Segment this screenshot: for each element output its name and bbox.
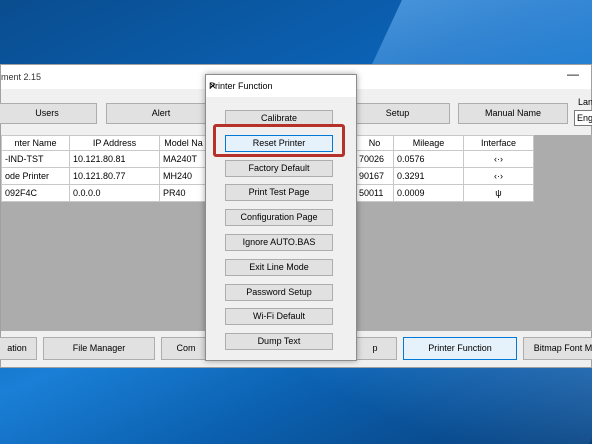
network-interface-icon: ‹·› — [463, 167, 534, 185]
cell-model: MA240T — [159, 150, 208, 168]
print-test-page-button[interactable]: Print Test Page — [225, 184, 333, 201]
minimize-button[interactable]: — — [567, 67, 579, 81]
printer-function-button[interactable]: Printer Function — [403, 337, 517, 360]
password-setup-button[interactable]: Password Setup — [225, 284, 333, 301]
cell-ip: 10.121.80.81 — [69, 150, 160, 168]
cell-ip: 10.121.80.77 — [69, 167, 160, 185]
cell-name: 092F4C — [1, 184, 70, 202]
cell-serial: 50011 — [355, 184, 394, 202]
ignore-auto-bas-button[interactable]: Ignore AUTO.BAS — [225, 234, 333, 251]
bitmap-font-button[interactable]: Bitmap Font M — [523, 337, 592, 360]
manual-name-button[interactable]: Manual Name — [458, 103, 568, 124]
column-header[interactable]: Mileage — [393, 135, 464, 151]
cell-name: -IND-TST — [1, 150, 70, 168]
information-button[interactable]: ation — [0, 337, 37, 360]
language-select[interactable]: Eng — [574, 110, 592, 126]
cell-model: PR40 — [159, 184, 208, 202]
cell-serial: 70026 — [355, 150, 394, 168]
cell-model: MH240 — [159, 167, 208, 185]
network-interface-icon: ‹·› — [463, 150, 534, 168]
column-header[interactable]: Interface — [463, 135, 534, 151]
cell-mileage: 0.0576 — [393, 150, 464, 168]
cell-mileage: 0.3291 — [393, 167, 464, 185]
factory-default-button[interactable]: Factory Default — [225, 160, 333, 177]
wifi-default-button[interactable]: Wi-Fi Default — [225, 308, 333, 325]
setup-button[interactable]: Setup — [345, 103, 450, 124]
command-button[interactable]: Com — [161, 337, 211, 360]
annotation-highlight-box — [213, 124, 345, 157]
dialog-title-bar: Printer Function ✕ — [206, 75, 356, 97]
file-manager-button[interactable]: File Manager — [43, 337, 155, 360]
cell-serial: 90167 — [355, 167, 394, 185]
language-label: Lan — [578, 97, 592, 107]
window-title: ment 2.15 — [1, 72, 42, 82]
column-header[interactable]: Model Na — [159, 135, 208, 151]
cell-ip: 0.0.0.0 — [69, 184, 160, 202]
cell-name: ode Printer — [1, 167, 70, 185]
dump-text-button[interactable]: Dump Text — [225, 333, 333, 350]
cell-mileage: 0.0009 — [393, 184, 464, 202]
users-button[interactable]: Users — [0, 103, 97, 124]
usb-interface-icon: ψ — [463, 184, 534, 202]
configuration-page-button[interactable]: Configuration Page — [225, 209, 333, 226]
alert-button[interactable]: Alert — [106, 103, 216, 124]
column-header[interactable]: nter Name — [1, 135, 70, 151]
column-header[interactable]: IP Address — [69, 135, 160, 151]
printer-function-dialog: Printer Function ✕ Calibrate Reset Print… — [205, 74, 357, 361]
partial-button[interactable]: p — [353, 337, 397, 360]
column-header[interactable]: No — [355, 135, 394, 151]
close-icon[interactable]: ✕ — [209, 81, 350, 92]
exit-line-mode-button[interactable]: Exit Line Mode — [225, 259, 333, 276]
